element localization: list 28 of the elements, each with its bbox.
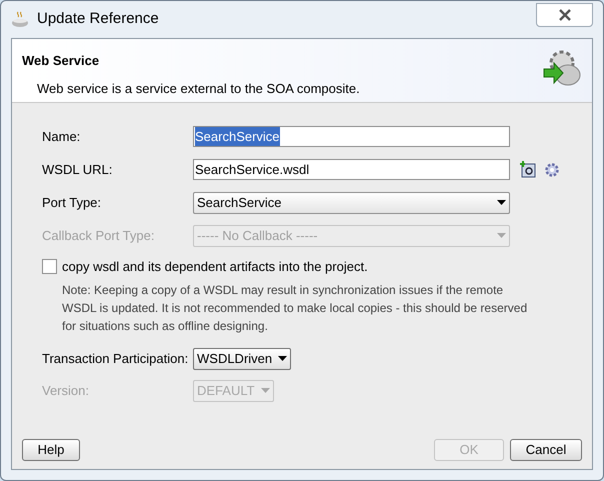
field-label: WSDL URL: (42, 160, 114, 179)
checkbox-label: copy wsdl and its dependent artifacts into the project. (62, 258, 368, 276)
option-label: Version: (42, 382, 90, 400)
dialog-button[interactable]: Help (22, 439, 80, 461)
field-label: Callback Port Type: (42, 226, 156, 245)
dropdown-caret-icon (497, 233, 506, 238)
text-field[interactable]: SearchService.wsdl (193, 159, 510, 180)
dropdown-caret-icon (260, 388, 270, 393)
window-title: Update Reference (37, 9, 159, 30)
header-description: Web service is a service external to the SOA composite. (37, 80, 360, 98)
dropdown[interactable]: SearchService (193, 192, 510, 214)
header-title: Web Service (22, 53, 100, 68)
settings-icon[interactable] (544, 162, 560, 178)
dialog-button[interactable]: Cancel (510, 439, 582, 461)
dropdown-caret-icon (497, 200, 506, 205)
note-text: Note: Keeping a copy of a WSDL may result in synchronization issues if the remote WSDL is updated. It is not recommended to make local copies - this should be reserved for situations such as offline designing. (62, 282, 528, 334)
field-label: Name: (42, 128, 82, 146)
option-label: Transaction Participation: (42, 350, 190, 368)
dropdown-caret-icon (278, 356, 288, 361)
dropdown[interactable]: WSDLDriven (193, 348, 292, 370)
close-icon (558, 9, 572, 21)
service-gear-icon (542, 49, 582, 87)
field-label: Port Type: (42, 194, 102, 212)
browse-file-icon[interactable] (520, 161, 536, 178)
checkbox[interactable] (42, 259, 57, 274)
text-field[interactable]: SearchService (193, 126, 510, 147)
close-button[interactable] (536, 3, 593, 27)
coffee-cup-icon (11, 10, 31, 28)
